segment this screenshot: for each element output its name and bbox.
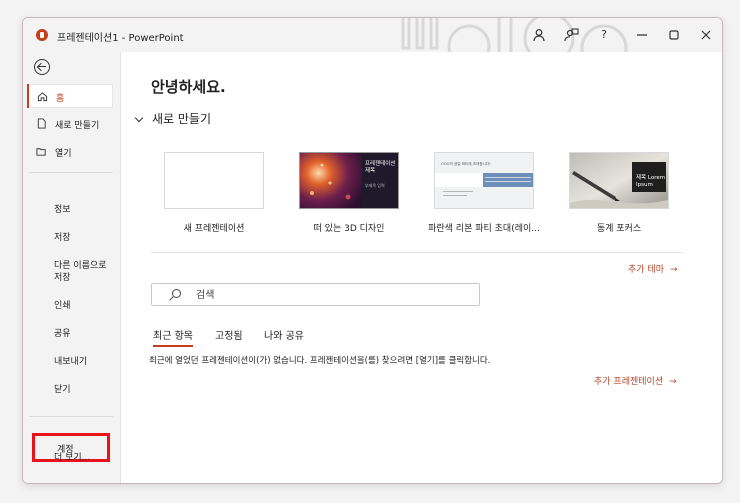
search-icon <box>172 289 181 298</box>
template-floating-3d[interactable]: 프레젠테이션 제목 부제목 입력 <box>299 152 399 209</box>
sidebar-item-print[interactable]: 인쇄 <box>54 300 71 312</box>
template-blue-ribbon[interactable]: OOO의 생일 파티에 초대합니다! <box>434 152 534 209</box>
tab-recent[interactable]: 최근 항목 <box>153 327 193 347</box>
sidebar-divider <box>29 172 113 173</box>
template-blank[interactable] <box>164 152 264 209</box>
sidebar-item-label: 홈 <box>56 94 65 104</box>
more-themes-label: 추가 테마 <box>628 265 664 275</box>
chevron-down-icon <box>134 113 144 123</box>
window-title: 프레젠테이션1 - PowerPoint <box>57 33 184 44</box>
sidebar-divider <box>29 416 113 417</box>
template-thumb-title: 프레젠테이션 제목 <box>365 161 396 174</box>
arrow-right-icon: → <box>669 265 678 275</box>
backstage-sidebar: 홈 새로 만들기 열기 정보 저장 다른 이름으로 저장 인쇄 공유 내보내기 … <box>23 52 121 483</box>
powerpoint-logo-icon <box>36 29 48 41</box>
sidebar-item-export[interactable]: 내보내기 <box>54 356 87 368</box>
sidebar-item-save-as[interactable]: 다른 이름으로 저장 <box>54 260 112 284</box>
sidebar-item-label: 열기 <box>55 149 72 159</box>
feedback-icon[interactable] <box>563 27 579 43</box>
maximize-icon[interactable] <box>666 27 682 43</box>
home-icon <box>37 92 48 102</box>
greeting-heading: 안녕하세요. <box>151 78 226 96</box>
search-input[interactable] <box>196 288 466 302</box>
sidebar-item-label: 새로 만들기 <box>55 121 100 131</box>
title-bar: 프레젠테이션1 - PowerPoint ? <box>23 18 722 52</box>
template-winter-focus[interactable]: 제목 Lorem Ipsum <box>569 152 669 209</box>
template-thumb-title: OOO의 생일 파티에 초대합니다! <box>441 162 491 166</box>
search-box[interactable] <box>151 283 480 306</box>
tab-shared-with-me[interactable]: 나와 공유 <box>264 327 304 342</box>
sidebar-item-info[interactable]: 정보 <box>54 204 71 216</box>
back-arrow-icon[interactable] <box>34 59 50 75</box>
help-icon[interactable]: ? <box>596 27 612 43</box>
user-icon[interactable] <box>531 27 547 43</box>
sidebar-item-more[interactable]: 더 보기... <box>54 452 90 464</box>
template-label: 떠 있는 3D 디자인 <box>313 224 385 234</box>
template-label: 새 프레젠테이션 <box>183 224 245 234</box>
sidebar-item-save[interactable]: 저장 <box>54 232 71 244</box>
more-presentations-link[interactable]: 추가 프레젠테이션 → <box>594 374 677 387</box>
sidebar-item-open[interactable]: 열기 <box>27 140 113 164</box>
decorative-pattern <box>401 18 628 52</box>
tab-pinned[interactable]: 고정됨 <box>215 327 243 342</box>
empty-recent-message: 최근에 열었던 프레젠테이션이(가) 없습니다. 프레젠테이션을(를) 찾으려면… <box>149 356 491 366</box>
template-label: 파란색 리본 파티 초대(레이... <box>428 224 540 234</box>
home-pane: 안녕하세요. 새로 만들기 새 프레젠테이션 프레젠테이션 제목 부제목 입력 … <box>122 52 722 483</box>
sidebar-item-new[interactable]: 새로 만들기 <box>27 112 113 136</box>
powerpoint-window: 프레젠테이션1 - PowerPoint ? 홈 새로 만들기 열기 정보 저장… <box>22 17 723 484</box>
arrow-right-icon: → <box>669 377 677 387</box>
close-icon[interactable] <box>698 27 714 43</box>
folder-open-icon <box>36 148 46 156</box>
template-thumb-title: 제목 Lorem Ipsum <box>636 175 666 188</box>
section-divider <box>151 252 683 253</box>
template-thumb-subtitle: 부제목 입력 <box>365 183 385 188</box>
minimize-icon[interactable] <box>634 27 650 43</box>
new-file-icon <box>37 118 46 129</box>
new-section-title: 새로 만들기 <box>152 112 212 126</box>
more-presentations-label: 추가 프레젠테이션 <box>594 377 664 387</box>
more-themes-link[interactable]: 추가 테마 → <box>628 262 678 275</box>
new-section-toggle[interactable]: 새로 만들기 <box>134 110 212 127</box>
sidebar-item-share[interactable]: 공유 <box>54 328 71 340</box>
template-label: 동계 포커스 <box>596 224 642 234</box>
sidebar-item-home[interactable]: 홈 <box>27 84 113 108</box>
sidebar-item-close[interactable]: 닫기 <box>54 384 71 396</box>
